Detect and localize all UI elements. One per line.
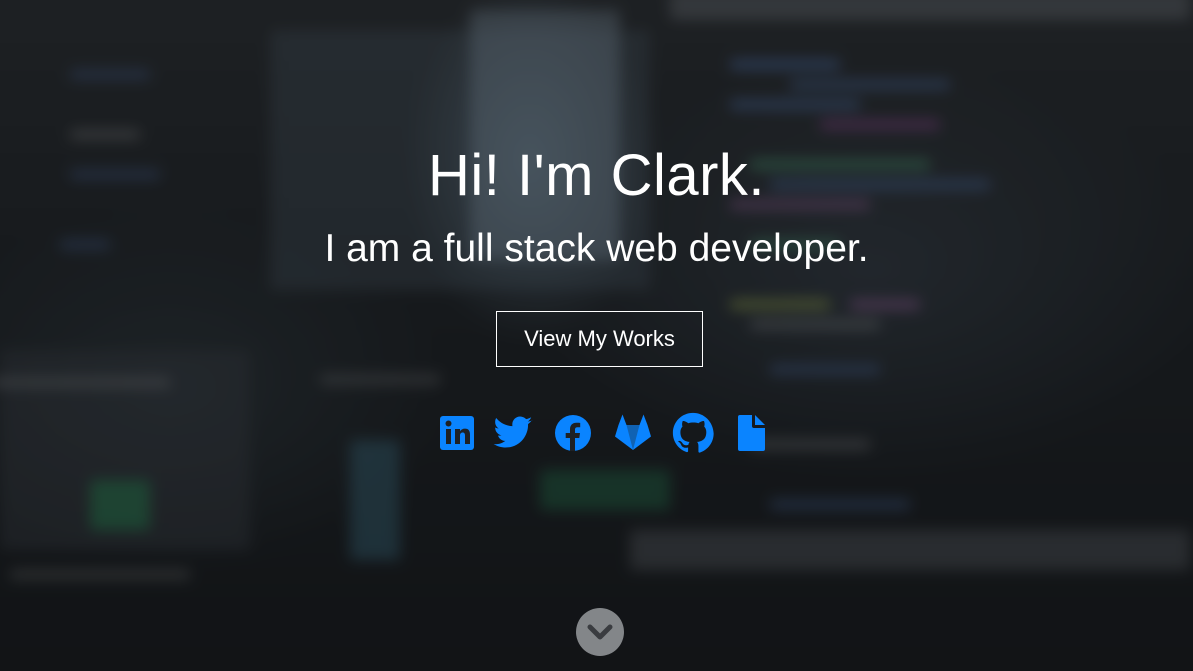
gitlab-link[interactable]	[612, 412, 654, 454]
hero-title: Hi! I'm Clark.	[427, 143, 766, 208]
social-links	[432, 412, 772, 456]
scroll-down-button[interactable]	[576, 608, 624, 656]
view-my-works-button[interactable]: View My Works	[496, 311, 703, 367]
hero-content: Hi! I'm Clark. I am a full stack web dev…	[0, 0, 1193, 671]
github-link[interactable]	[672, 412, 714, 454]
github-icon	[672, 412, 714, 453]
hero-subtitle: I am a full stack web developer.	[324, 227, 869, 270]
file-icon	[738, 415, 765, 451]
facebook-link[interactable]	[552, 412, 594, 454]
hero-section: Hi! I'm Clark. I am a full stack web dev…	[0, 0, 1193, 671]
twitter-link[interactable]	[492, 412, 534, 454]
linkedin-icon	[440, 416, 474, 450]
twitter-icon	[493, 416, 533, 448]
linkedin-link[interactable]	[436, 412, 478, 454]
gitlab-icon	[615, 414, 651, 450]
facebook-icon	[555, 415, 591, 451]
resume-link[interactable]	[730, 412, 772, 454]
chevron-down-icon	[587, 624, 613, 640]
